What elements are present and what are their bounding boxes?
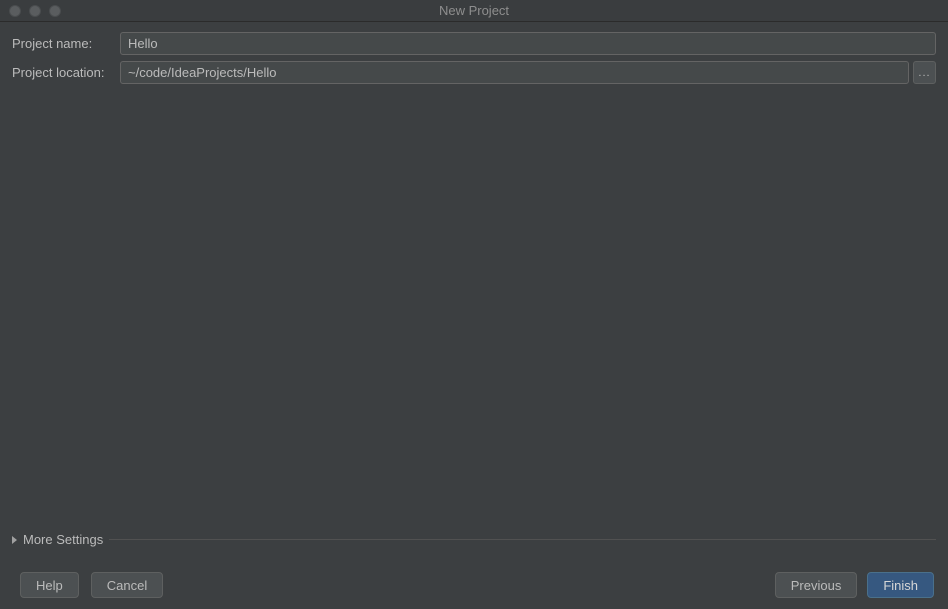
project-name-input[interactable] bbox=[120, 32, 936, 55]
project-name-label: Project name: bbox=[12, 36, 120, 51]
project-name-row: Project name: bbox=[12, 32, 936, 55]
minimize-window-icon[interactable] bbox=[29, 5, 41, 17]
ellipsis-icon: ... bbox=[918, 67, 930, 79]
titlebar: New Project bbox=[0, 0, 948, 22]
form-area: Project name: Project location: ... bbox=[12, 32, 936, 90]
previous-button[interactable]: Previous bbox=[775, 572, 858, 598]
browse-location-button[interactable]: ... bbox=[913, 61, 936, 84]
footer-right-group: Previous Finish bbox=[775, 572, 934, 598]
help-button[interactable]: Help bbox=[20, 572, 79, 598]
chevron-right-icon bbox=[12, 536, 17, 544]
spacer bbox=[12, 90, 936, 522]
project-location-input[interactable] bbox=[120, 61, 909, 84]
content-area: Project name: Project location: ... More… bbox=[0, 22, 948, 561]
close-window-icon[interactable] bbox=[9, 5, 21, 17]
separator bbox=[109, 539, 936, 540]
cancel-button[interactable]: Cancel bbox=[91, 572, 163, 598]
window-controls bbox=[0, 5, 61, 17]
project-location-row: Project location: ... bbox=[12, 61, 936, 84]
window-title: New Project bbox=[0, 3, 948, 18]
more-settings-toggle[interactable]: More Settings bbox=[12, 528, 103, 551]
more-settings-label: More Settings bbox=[23, 532, 103, 547]
project-location-label: Project location: bbox=[12, 65, 120, 80]
footer: Help Cancel Previous Finish bbox=[0, 561, 948, 609]
more-settings-row: More Settings bbox=[12, 528, 936, 551]
finish-button[interactable]: Finish bbox=[867, 572, 934, 598]
zoom-window-icon[interactable] bbox=[49, 5, 61, 17]
